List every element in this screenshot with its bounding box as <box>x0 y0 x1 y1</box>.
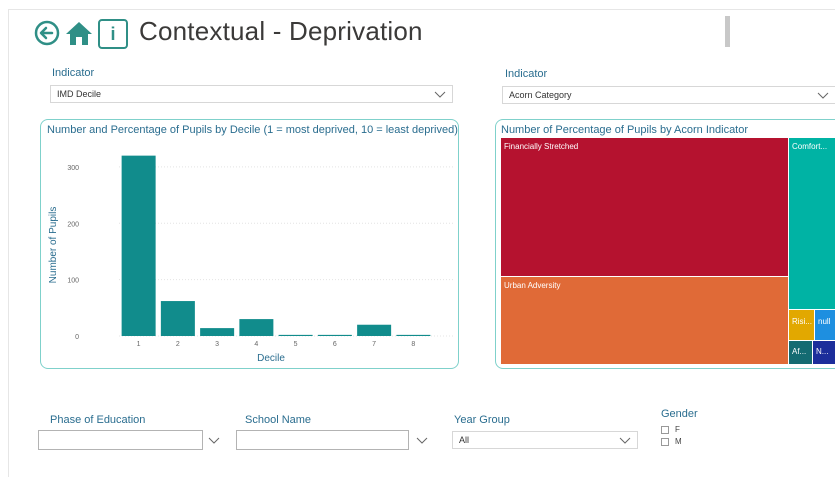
bar-decile-3[interactable] <box>200 328 235 336</box>
treemap-cell-affluent[interactable]: Af... <box>789 341 812 364</box>
chevron-down-icon <box>619 437 631 444</box>
x-tick-label: 8 <box>411 341 415 348</box>
indicator-slicer-label-left: Indicator <box>52 67 95 79</box>
chevron-down-icon[interactable] <box>207 430 221 450</box>
treemap-cell-null[interactable]: null <box>815 310 835 340</box>
bar-decile-4[interactable] <box>239 319 274 336</box>
y-tick-label: 300 <box>67 165 79 172</box>
chevron-down-icon <box>817 92 829 99</box>
treemap-cell-label: N... <box>816 347 829 356</box>
y-tick-label: 0 <box>75 334 79 341</box>
phase-filter-label: Phase of Education <box>50 414 146 426</box>
y-tick-label: 200 <box>67 221 79 228</box>
treemap-cell-urban-adversity[interactable]: Urban Adversity <box>501 277 788 364</box>
x-tick-label: 5 <box>294 341 298 348</box>
treemap-cell-comfortable[interactable]: Comfort... <box>789 138 835 309</box>
chevron-down-icon <box>434 91 446 98</box>
gender-filter-label: Gender <box>661 408 698 420</box>
treemap-cell-label: Af... <box>792 347 807 356</box>
year-group-value: All <box>459 435 470 445</box>
indicator-dropdown-left-value: IMD Decile <box>57 89 102 99</box>
bar-decile-1[interactable] <box>121 155 156 336</box>
gender-option-label: F <box>675 425 680 434</box>
treemap-cell-rising[interactable]: Risi... <box>789 310 814 340</box>
treemap-cell-label: Comfort... <box>792 142 828 151</box>
treemap-title: Number of Percentage of Pupils by Acorn … <box>501 124 749 136</box>
indicator-dropdown-right-value: Acorn Category <box>509 90 572 100</box>
home-icon[interactable] <box>64 20 94 46</box>
bar-decile-6[interactable] <box>317 334 352 336</box>
phase-filter-input[interactable] <box>38 430 203 450</box>
treemap-card[interactable]: Number of Percentage of Pupils by Acorn … <box>495 119 835 369</box>
info-icon: i <box>110 23 116 44</box>
gender-option-m[interactable]: M <box>661 437 682 446</box>
canvas-top-border <box>8 9 835 10</box>
indicator-dropdown-left[interactable]: IMD Decile <box>50 85 453 103</box>
y-tick-label: 100 <box>67 278 79 285</box>
treemap-cell-label: Urban Adversity <box>504 281 561 290</box>
treemap-cell-label: Financially Stretched <box>504 142 579 151</box>
bar-decile-8[interactable] <box>396 334 431 336</box>
treemap: Financially Stretched Urban Adversity Co… <box>501 138 835 364</box>
treemap-cell-label: Risi... <box>792 317 812 326</box>
school-filter-label: School Name <box>245 414 312 426</box>
school-filter-input[interactable] <box>236 430 409 450</box>
bar-chart: 0 100 200 300 1 2 3 4 5 6 7 8 Decile Number of Pupi… <box>48 155 453 364</box>
x-tick-label: 7 <box>372 341 376 348</box>
x-tick-label: 1 <box>137 341 141 348</box>
bar-chart-card[interactable]: Number and Percentage of Pupils by Decil… <box>40 119 459 369</box>
indicator-dropdown-right[interactable]: Acorn Category <box>502 86 835 104</box>
gender-options: F M <box>661 425 682 446</box>
canvas-left-border <box>8 9 9 477</box>
treemap-cell-financially-stretched[interactable]: Financially Stretched <box>501 138 788 276</box>
year-group-label: Year Group <box>454 414 510 426</box>
x-tick-label: 3 <box>215 341 219 348</box>
bar-decile-7[interactable] <box>357 324 392 336</box>
gender-option-label: M <box>675 437 682 446</box>
x-tick-label: 6 <box>333 341 337 348</box>
back-arrow-icon[interactable] <box>34 20 60 46</box>
y-axis-title: Number of Pupils <box>48 207 59 284</box>
treemap-cell-label: null <box>818 317 831 326</box>
checkbox[interactable] <box>661 425 669 434</box>
x-tick-label: 2 <box>176 341 180 348</box>
indicator-slicer-label-right: Indicator <box>505 68 548 80</box>
info-button[interactable]: i <box>98 19 128 49</box>
gender-option-f[interactable]: F <box>661 425 682 434</box>
x-tick-label: 4 <box>254 341 258 348</box>
chevron-down-icon[interactable] <box>415 430 429 450</box>
scrollbar-thumb[interactable] <box>725 16 730 47</box>
year-group-dropdown[interactable]: All <box>452 431 638 449</box>
x-axis-title: Decile <box>257 353 285 364</box>
checkbox[interactable] <box>661 437 669 446</box>
treemap-cell-n[interactable]: N... <box>813 341 835 364</box>
bar-decile-5[interactable] <box>278 334 313 336</box>
page-title: Contextual - Deprivation <box>139 16 423 46</box>
bar-decile-2[interactable] <box>160 301 195 336</box>
